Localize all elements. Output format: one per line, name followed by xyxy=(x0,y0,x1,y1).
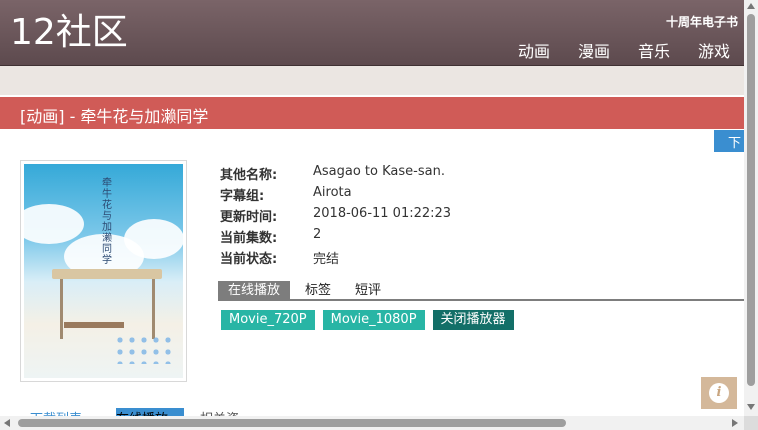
page-title: [动画] - 牵牛花与加濑同学 xyxy=(20,107,209,126)
info-table: 其他名称: Asagao to Kase-san. 字幕组: Airota 更新时间… xyxy=(220,164,451,269)
info-icon: i xyxy=(709,383,729,403)
info-key: 字幕组: xyxy=(220,189,265,204)
site-header: 12社区 十周年电子书 动画 漫画 音乐 游戏 xyxy=(0,0,744,66)
nav-anime[interactable]: 动画 xyxy=(518,38,550,62)
tab-tags[interactable]: 标签 xyxy=(305,281,331,300)
download-tab[interactable]: 下 xyxy=(714,130,744,152)
scroll-left-arrow-icon[interactable] xyxy=(4,419,10,427)
movie-720p-button[interactable]: Movie_720P xyxy=(221,310,315,330)
info-key: 其他名称: xyxy=(220,168,278,183)
info-key: 更新时间: xyxy=(220,210,278,225)
site-logo[interactable]: 12社区 xyxy=(10,13,128,53)
vertical-scrollbar[interactable] xyxy=(744,0,758,416)
main-nav: 动画 漫画 音乐 游戏 xyxy=(518,38,730,62)
poster-art: 牵牛花与加濑同学 xyxy=(24,164,183,378)
morning-glory-flowers xyxy=(114,334,174,364)
header-spacer-band xyxy=(0,66,744,95)
info-row: 当前集数: 2 xyxy=(220,227,451,248)
scroll-down-arrow-icon[interactable] xyxy=(747,404,755,410)
info-value: 2 xyxy=(313,227,322,242)
movie-1080p-button[interactable]: Movie_1080P xyxy=(322,310,425,330)
bus-stop-roof xyxy=(52,269,162,279)
info-row: 其他名称: Asagao to Kase-san. xyxy=(220,164,451,185)
bench-shape xyxy=(64,322,124,328)
nav-games[interactable]: 游戏 xyxy=(698,38,730,62)
anniversary-ebook-link[interactable]: 十周年电子书 xyxy=(666,13,738,30)
scrollbar-corner xyxy=(744,416,758,430)
vertical-scroll-thumb[interactable] xyxy=(747,14,755,386)
tab-online-play[interactable]: 在线播放 xyxy=(218,281,291,300)
cloud-shape xyxy=(24,204,84,244)
cloud-shape xyxy=(124,219,183,259)
nav-manga[interactable]: 漫画 xyxy=(578,38,610,62)
content-tabs: 在线播放 标签 短评 xyxy=(218,281,744,301)
info-key: 当前集数: xyxy=(220,231,278,246)
scroll-up-arrow-icon[interactable] xyxy=(747,3,755,9)
info-value: Airota xyxy=(313,185,352,200)
horizontal-scrollbar[interactable] xyxy=(0,416,744,430)
nav-music[interactable]: 音乐 xyxy=(638,38,670,62)
poster-image: 牵牛花与加濑同学 xyxy=(20,160,187,382)
viewport: 12社区 十周年电子书 动画 漫画 音乐 游戏 [动画] - 牵牛花与加濑同学 … xyxy=(0,0,758,430)
scroll-right-arrow-icon[interactable] xyxy=(732,419,738,427)
bus-stop-pole xyxy=(152,279,155,339)
tab-short-reviews[interactable]: 短评 xyxy=(355,281,381,300)
info-value: 完结 xyxy=(313,252,340,267)
player-buttons: Movie_720P Movie_1080P 关闭播放器 xyxy=(221,310,514,330)
info-row: 更新时间: 2018-06-11 01:22:23 xyxy=(220,206,451,227)
page-title-bar: [动画] - 牵牛花与加濑同学 xyxy=(0,97,744,129)
info-value: Asagao to Kase-san. xyxy=(313,164,445,179)
horizontal-scroll-thumb[interactable] xyxy=(18,419,566,427)
close-player-button[interactable]: 关闭播放器 xyxy=(432,310,514,330)
info-row: 字幕组: Airota xyxy=(220,185,451,206)
info-value: 2018-06-11 01:22:23 xyxy=(313,206,452,221)
info-key: 当前状态: xyxy=(220,252,278,267)
poster-vertical-title: 牵牛花与加濑同学 xyxy=(102,178,112,266)
info-float-button[interactable]: i xyxy=(701,377,737,409)
info-row: 当前状态: 完结 xyxy=(220,248,451,269)
bus-stop-pole xyxy=(60,279,63,339)
